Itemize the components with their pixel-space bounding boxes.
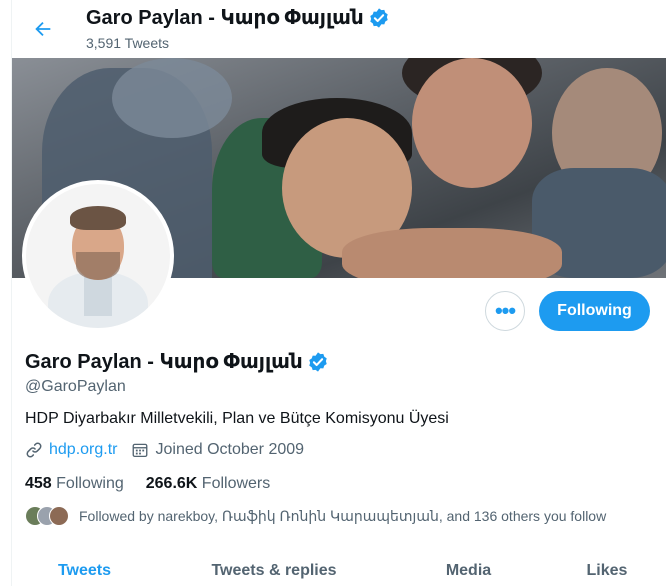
following-button[interactable]: Following	[539, 291, 650, 331]
following-count-link[interactable]: 458 Following	[25, 475, 124, 493]
profile-name-row: Garo Paylan - Կարօ Փայլան	[25, 349, 329, 374]
verified-badge-icon	[309, 351, 327, 372]
profile-bio: HDP Diyarbakır Milletvekili, Plan ve Büt…	[25, 410, 449, 427]
link-icon	[26, 442, 42, 458]
followers-count: 266.6K	[145, 475, 198, 492]
followed-by-avatars	[25, 506, 73, 526]
profile-header-bar: Garo Paylan - Կարօ Փայլան 3,591 Tweets	[12, 0, 666, 58]
more-options-button[interactable]: •••	[485, 291, 525, 331]
header-profile-name: Garo Paylan - Կարօ Փայլան	[86, 7, 364, 29]
following-count-label: Following	[56, 475, 124, 492]
mini-avatar	[49, 506, 69, 526]
website-link[interactable]: hdp.org.tr	[49, 441, 117, 459]
followers-count-link[interactable]: 266.6K Followers	[146, 475, 271, 493]
tab-likes[interactable]: Likes	[546, 552, 666, 586]
joined-date: Joined October 2009	[155, 441, 305, 458]
profile-column: Garo Paylan - Կարօ Փայլան 3,591 Tweets •…	[11, 0, 666, 586]
follow-counts: 458 Following 266.6K Followers	[25, 475, 292, 493]
calendar-icon	[133, 443, 148, 458]
profile-tabs: Tweets Tweets & replies Media Likes	[12, 552, 666, 586]
tab-tweets-replies[interactable]: Tweets & replies	[157, 552, 391, 586]
followed-by-row[interactable]: Followed by narekboy, Ռաֆիկ Ռոնին Կարապե…	[25, 506, 606, 526]
profile-handle: @GaroPaylan	[25, 378, 126, 395]
profile-name: Garo Paylan - Կարօ Փայլան	[25, 351, 303, 373]
followers-count-label: Followers	[201, 475, 271, 492]
following-count: 458	[25, 475, 52, 492]
profile-avatar[interactable]	[22, 180, 174, 332]
verified-badge-icon	[370, 7, 388, 28]
header-title-row: Garo Paylan - Կարօ Փայլան	[86, 5, 390, 30]
joined-item: Joined October 2009	[131, 441, 304, 459]
profile-meta: hdp.org.tr Joined October 2009	[25, 441, 318, 459]
tab-media[interactable]: Media	[391, 552, 546, 586]
followed-by-text: Followed by narekboy, Ռաֆիկ Ռոնին Կարապե…	[79, 507, 607, 524]
tab-tweets[interactable]: Tweets	[12, 552, 157, 586]
header-tweet-count: 3,591 Tweets	[86, 35, 170, 51]
website-item: hdp.org.tr	[25, 441, 117, 459]
arrow-left-icon	[35, 21, 51, 37]
back-button[interactable]	[26, 12, 60, 46]
